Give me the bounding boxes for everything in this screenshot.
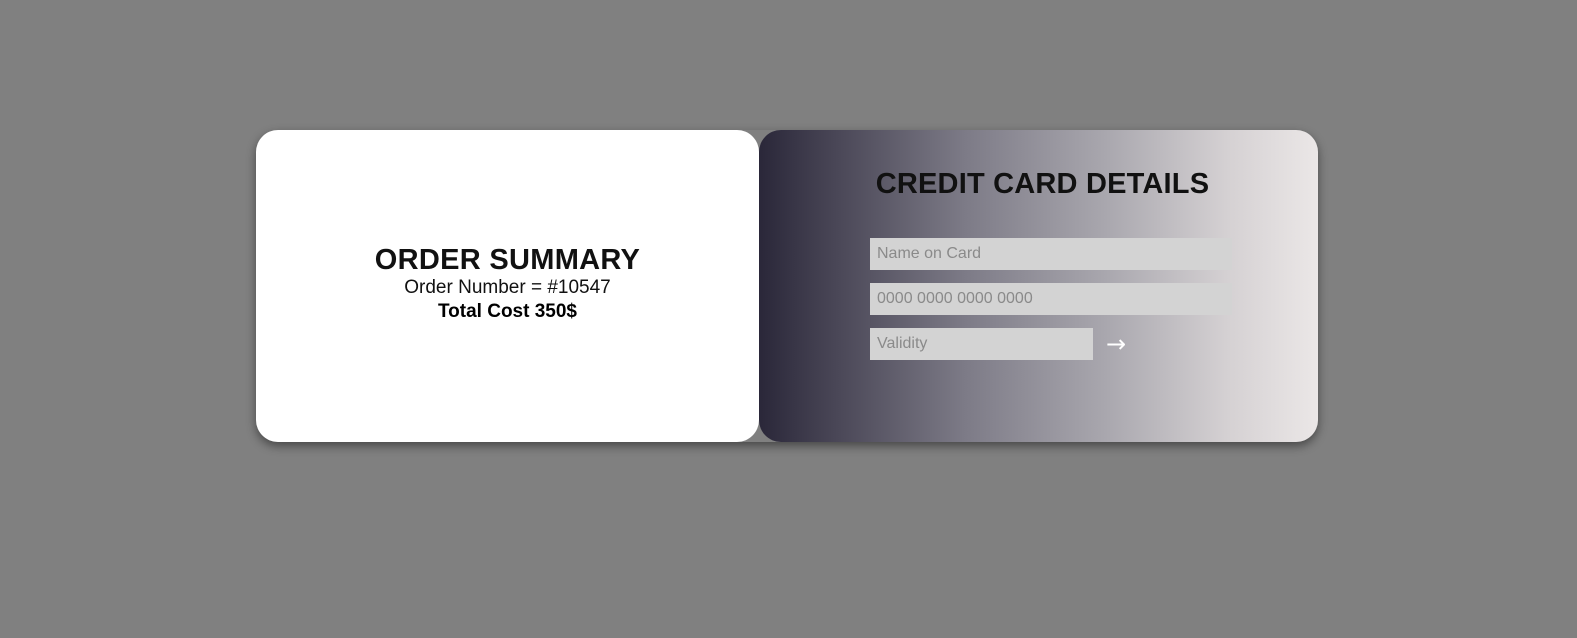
order-summary-content: ORDER SUMMARY Order Number = #10547 Tota… — [375, 244, 640, 324]
submit-arrow-icon[interactable]: → — [1099, 328, 1133, 360]
order-summary-title: ORDER SUMMARY — [374, 243, 641, 276]
order-summary-panel: ORDER SUMMARY Order Number = #10547 Tota… — [256, 130, 759, 442]
order-number: Order Number = #10547 — [404, 276, 611, 298]
validity-input[interactable] — [870, 328, 1093, 360]
checkout-container: ORDER SUMMARY Order Number = #10547 Tota… — [256, 130, 1318, 442]
credit-card-title: CREDIT CARD DETAILS — [875, 168, 1210, 200]
name-on-card-input[interactable] — [870, 238, 1232, 270]
card-number-input[interactable] — [870, 283, 1232, 315]
total-cost: Total Cost 350$ — [437, 300, 577, 322]
credit-card-panel: CREDIT CARD DETAILS → — [759, 130, 1318, 442]
